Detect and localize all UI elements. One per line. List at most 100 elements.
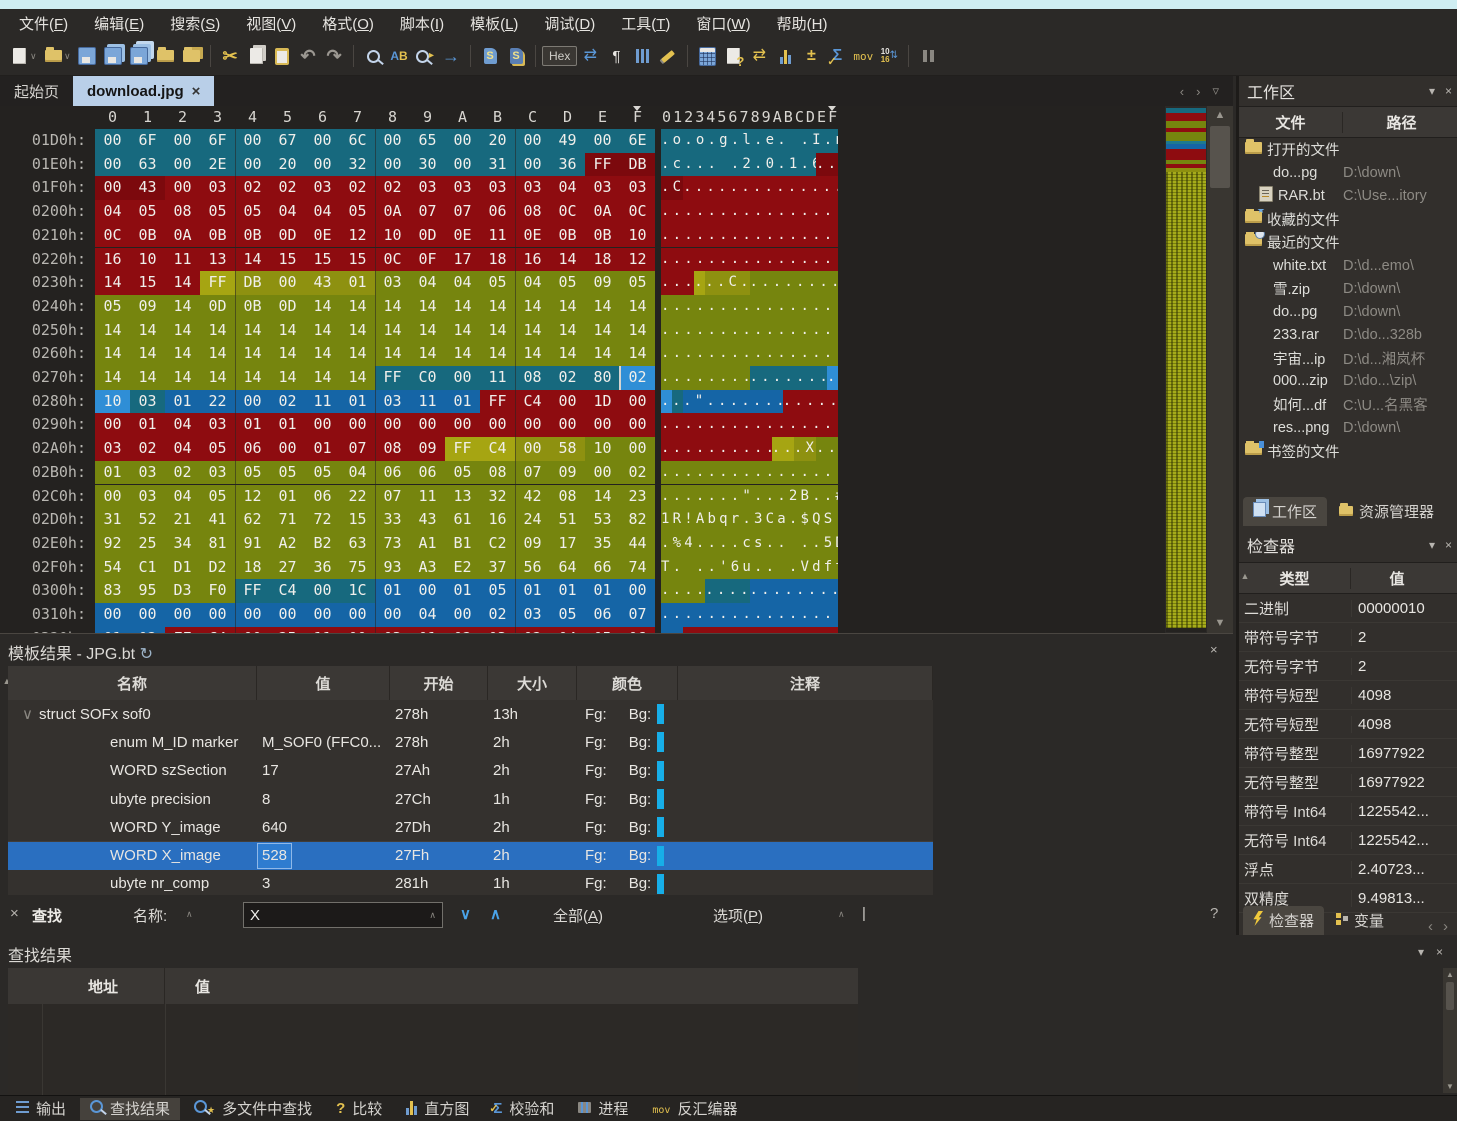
hex-byte[interactable]: 08 bbox=[165, 200, 200, 224]
open-file-button[interactable] bbox=[41, 43, 65, 69]
hex-byte[interactable]: 62 bbox=[235, 508, 270, 532]
ascii-span[interactable]: 1R!Abqr.3Ca.$QS. bbox=[661, 508, 839, 532]
hex-byte[interactable]: 00 bbox=[480, 413, 515, 438]
close-file-button[interactable] bbox=[153, 43, 177, 69]
find-help-icon[interactable]: ? bbox=[1210, 905, 1218, 922]
hex-byte[interactable]: 01 bbox=[270, 484, 305, 509]
hex-byte[interactable]: 34 bbox=[165, 531, 200, 556]
scroll-up-icon[interactable]: ▲ bbox=[1443, 970, 1457, 979]
hex-byte[interactable]: 32 bbox=[480, 484, 515, 509]
checksum-button[interactable]: Σ ✓ bbox=[825, 43, 849, 69]
hex-byte[interactable]: 00 bbox=[95, 176, 130, 201]
save-button[interactable] bbox=[75, 43, 99, 69]
find-button[interactable] bbox=[361, 43, 385, 69]
menu-item-d[interactable]: 调试(D) bbox=[531, 10, 608, 37]
hex-byte[interactable]: 6E bbox=[620, 129, 655, 153]
hex-byte[interactable]: 14 bbox=[270, 318, 305, 343]
base-convert-button[interactable]: 10 16 ⇅ bbox=[877, 43, 901, 69]
hex-byte[interactable]: 01 bbox=[515, 579, 550, 603]
tab-explorer[interactable]: 资源管理器 bbox=[1329, 497, 1444, 526]
hex-byte[interactable]: 14 bbox=[130, 366, 165, 390]
hex-byte[interactable]: 01 bbox=[445, 579, 480, 603]
hex-byte[interactable]: 00 bbox=[620, 413, 655, 438]
hex-byte[interactable]: 16 bbox=[95, 247, 130, 272]
hex-byte[interactable]: 00 bbox=[200, 603, 235, 627]
find-results-col-address[interactable]: 地址 bbox=[42, 968, 165, 1004]
menu-item-v[interactable]: 视图(V) bbox=[233, 10, 309, 37]
hex-byte[interactable]: 14 bbox=[235, 342, 270, 366]
hex-byte[interactable]: 0C bbox=[375, 247, 410, 272]
hex-byte[interactable]: 0D bbox=[410, 223, 445, 248]
hex-byte[interactable]: 03 bbox=[410, 176, 445, 201]
workspace-col-path[interactable]: 路径 bbox=[1343, 112, 1457, 133]
hex-byte[interactable]: 07 bbox=[340, 437, 375, 461]
tab-download-jpg[interactable]: download.jpg × bbox=[73, 76, 215, 106]
ascii-span[interactable]: ........ bbox=[749, 579, 839, 603]
ascii-span[interactable]: .X bbox=[793, 437, 816, 461]
ascii-span[interactable]: ................ bbox=[661, 318, 839, 343]
workspace-close-icon[interactable]: × bbox=[1445, 84, 1452, 98]
charset-button[interactable]: ⇄ bbox=[578, 43, 602, 69]
hex-byte[interactable]: 0B bbox=[200, 223, 235, 248]
hex-byte[interactable]: 00 bbox=[305, 413, 340, 438]
hex-byte[interactable]: 02 bbox=[235, 176, 270, 201]
hex-byte[interactable]: C4 bbox=[480, 437, 515, 461]
hex-byte[interactable]: 11 bbox=[480, 366, 515, 390]
ascii-span[interactable]: . bbox=[672, 389, 684, 414]
hex-byte[interactable]: 91 bbox=[235, 531, 270, 556]
hex-byte[interactable]: B1 bbox=[445, 531, 480, 556]
inspector-row[interactable]: 二进制 00000010 bbox=[1239, 594, 1457, 623]
hex-byte[interactable]: 81 bbox=[200, 531, 235, 556]
hex-byte[interactable]: 14 bbox=[550, 294, 585, 319]
tab-workspace[interactable]: 工作区 bbox=[1243, 497, 1328, 526]
hex-byte[interactable]: 14 bbox=[165, 271, 200, 295]
hex-byte[interactable]: 14 bbox=[340, 318, 375, 343]
hex-byte[interactable]: 0C bbox=[95, 223, 130, 248]
hex-byte[interactable]: 22 bbox=[200, 389, 235, 414]
hex-byte[interactable]: 14 bbox=[95, 271, 130, 295]
hex-byte[interactable]: 00 bbox=[305, 152, 340, 177]
template-col-4[interactable]: 颜色 bbox=[577, 666, 678, 700]
close-all-button[interactable] bbox=[179, 43, 203, 69]
hex-byte[interactable]: 03 bbox=[130, 460, 165, 485]
hex-byte[interactable]: 04 bbox=[410, 271, 445, 295]
hex-byte[interactable]: 00 bbox=[270, 603, 305, 627]
hex-byte[interactable]: 05 bbox=[95, 294, 130, 319]
hex-byte[interactable]: 14 bbox=[375, 342, 410, 366]
hex-byte[interactable]: 0D bbox=[270, 223, 305, 248]
hex-byte[interactable]: 43 bbox=[410, 508, 445, 532]
hex-byte[interactable]: 06 bbox=[585, 603, 620, 627]
hex-byte[interactable]: 03 bbox=[200, 176, 235, 201]
workspace-file-row[interactable]: 雪.zip D:\down\ bbox=[1239, 277, 1457, 300]
hex-byte[interactable]: 52 bbox=[130, 508, 165, 532]
hex-byte[interactable]: 03 bbox=[375, 389, 410, 414]
hex-byte[interactable]: FF bbox=[445, 437, 480, 461]
hex-byte[interactable]: 01 bbox=[585, 579, 620, 603]
hex-byte[interactable]: 00 bbox=[515, 152, 550, 177]
inspector-scroll-up-icon[interactable]: ▲ bbox=[1239, 571, 1251, 581]
workspace-file-row[interactable]: 如何...df C:\U...名黑客 bbox=[1239, 393, 1457, 416]
hex-byte[interactable]: 73 bbox=[375, 531, 410, 556]
inspector-nav-right-icon[interactable]: › bbox=[1443, 918, 1448, 935]
hex-byte[interactable]: 31 bbox=[95, 508, 130, 532]
inspector-row[interactable]: 无符号 Int64 1225542... bbox=[1239, 826, 1457, 855]
hex-byte[interactable]: 05 bbox=[305, 460, 340, 485]
hex-byte[interactable]: 01 bbox=[95, 460, 130, 485]
hex-byte[interactable]: 00 bbox=[515, 413, 550, 438]
hex-byte[interactable]: 00 bbox=[585, 460, 620, 485]
find-next-icon[interactable]: ∨ bbox=[460, 905, 471, 923]
hex-byte[interactable]: 0A bbox=[585, 200, 620, 224]
hex-byte[interactable]: 03 bbox=[200, 460, 235, 485]
ascii-span[interactable]: .......... bbox=[661, 437, 772, 461]
status-tab-多文件中查找[interactable]: ★ 多文件中查找 bbox=[184, 1098, 322, 1120]
hex-byte[interactable]: 00 bbox=[165, 603, 200, 627]
workspace-file-row[interactable]: 书签的文件 bbox=[1239, 439, 1457, 462]
hex-byte[interactable]: 14 bbox=[515, 294, 550, 319]
hex-editor[interactable]: 0 1 2 3 4 5 6 7 8 9 A B C D E F 0 1 2 3 4 5 6 7 8 9 A B C D E F 01D0h: 00… bbox=[0, 106, 1165, 633]
tab-inspector[interactable]: 检查器 bbox=[1243, 906, 1325, 935]
hex-byte[interactable]: 14 bbox=[585, 342, 620, 366]
hex-byte[interactable]: 75 bbox=[340, 555, 375, 580]
hex-byte[interactable]: 37 bbox=[480, 555, 515, 580]
find-prev-icon[interactable]: ∧ bbox=[490, 905, 501, 923]
swap-bytes-button[interactable]: ⇄ bbox=[747, 43, 771, 69]
